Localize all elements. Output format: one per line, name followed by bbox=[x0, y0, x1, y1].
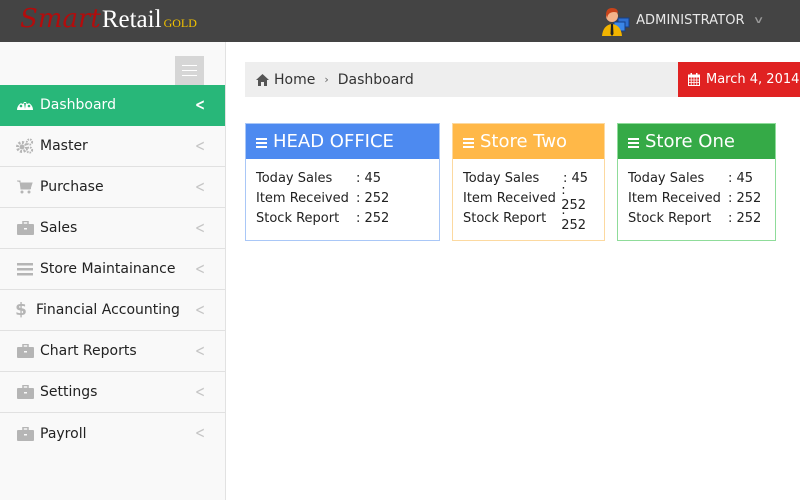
chevron-left-icon: < bbox=[194, 382, 205, 402]
hamburger-icon-line bbox=[182, 65, 197, 66]
stat-label: Item Received bbox=[463, 190, 556, 206]
top-navbar: Smart Retail GOLD ADMINISTRATOR ∨ bbox=[0, 0, 800, 42]
list-icon bbox=[14, 261, 36, 277]
chevron-down-icon[interactable]: ∨ bbox=[752, 15, 764, 26]
chevron-left-icon: < bbox=[194, 423, 205, 443]
stat-label: Today Sales bbox=[256, 170, 333, 186]
list-icon bbox=[463, 138, 474, 148]
briefcase-icon bbox=[14, 426, 36, 442]
sidebar-toggle-button[interactable] bbox=[175, 56, 204, 85]
stat-value: : 45 bbox=[728, 170, 754, 186]
stat-value: : 252 bbox=[356, 190, 390, 206]
sidebar-item-sales[interactable]: Sales < bbox=[0, 208, 225, 249]
card-title: Store Two bbox=[480, 131, 568, 152]
breadcrumb-current: Dashboard bbox=[337, 71, 414, 88]
list-icon bbox=[256, 138, 267, 148]
hamburger-icon-line bbox=[182, 70, 197, 71]
stat-label: Item Received bbox=[628, 190, 721, 206]
briefcase-icon bbox=[14, 384, 36, 400]
stat-label: Stock Report bbox=[463, 210, 547, 226]
stat-row: Stock Report : 252 bbox=[256, 208, 429, 228]
calendar-icon bbox=[688, 73, 700, 86]
sidebar: Dashboard < Master < Purchase < Sales < bbox=[0, 42, 226, 500]
home-icon bbox=[256, 73, 269, 86]
stat-label: Stock Report bbox=[256, 210, 340, 226]
stat-value: : 252 bbox=[561, 203, 587, 233]
chevron-left-icon: < bbox=[194, 259, 205, 279]
stat-label: Today Sales bbox=[463, 170, 540, 186]
card-header: HEAD OFFICE bbox=[246, 124, 439, 159]
chevron-left-icon: < bbox=[194, 300, 205, 320]
current-date: March 4, 2014 bbox=[706, 72, 800, 87]
sidebar-item-chart-reports[interactable]: Chart Reports < bbox=[0, 331, 225, 372]
chevron-left-icon: < bbox=[194, 95, 205, 115]
sidebar-item-payroll[interactable]: Payroll < bbox=[0, 413, 225, 454]
stat-value: : 252 bbox=[728, 190, 762, 206]
card-body: Today Sales : 45 Item Received : 252 Stock… bbox=[618, 159, 775, 228]
stat-value: : 252 bbox=[356, 210, 390, 226]
stat-row: Stock Report : 252 bbox=[463, 203, 594, 233]
breadcrumb-home-link[interactable]: Home bbox=[274, 72, 315, 88]
card-header: Store One bbox=[618, 124, 775, 159]
sidebar-item-dashboard[interactable]: Dashboard < bbox=[0, 85, 225, 126]
stat-row: Item Received : 252 bbox=[628, 188, 765, 208]
sidebar-item-settings[interactable]: Settings < bbox=[0, 372, 225, 413]
user-name: ADMINISTRATOR bbox=[636, 12, 745, 28]
briefcase-icon bbox=[14, 343, 36, 359]
card-body: Today Sales : 45 Item Received : 252 Stock… bbox=[246, 159, 439, 228]
stat-value: : 45 bbox=[356, 170, 382, 186]
dashboard-gauge-icon bbox=[14, 97, 36, 113]
stat-row: Today Sales : 45 bbox=[628, 168, 765, 188]
chevron-left-icon: < bbox=[194, 218, 205, 238]
shopping-cart-icon bbox=[14, 179, 36, 195]
card-title: Store One bbox=[645, 131, 735, 152]
card-title: HEAD OFFICE bbox=[273, 131, 394, 152]
chevron-left-icon: < bbox=[194, 341, 205, 361]
administrator-avatar-icon bbox=[600, 4, 632, 36]
chevron-left-icon: < bbox=[194, 136, 205, 156]
stat-value: : 252 bbox=[728, 210, 762, 226]
sidebar-menu: Dashboard < Master < Purchase < Sales < bbox=[0, 85, 225, 454]
sidebar-item-store-maintainance[interactable]: Store Maintainance < bbox=[0, 249, 225, 290]
logo-text-retail: Retail bbox=[101, 6, 162, 33]
list-icon bbox=[628, 138, 639, 148]
store-card-store-one[interactable]: Store One Today Sales : 45 Item Received:… bbox=[617, 123, 776, 241]
stat-label: Item Received bbox=[256, 190, 349, 206]
briefcase-icon bbox=[14, 220, 36, 236]
gears-icon bbox=[14, 138, 36, 154]
dollar-icon: $ bbox=[15, 300, 27, 320]
date-badge: March 4, 2014 bbox=[678, 62, 800, 97]
sidebar-item-purchase[interactable]: Purchase < bbox=[0, 167, 225, 208]
sidebar-item-financial-accounting[interactable]: $ Financial Accounting < bbox=[0, 290, 225, 331]
stat-label: Today Sales bbox=[628, 170, 705, 186]
logo-text-smart: Smart bbox=[20, 4, 101, 34]
chevron-left-icon: < bbox=[194, 177, 205, 197]
stat-row: Stock Report : 252 bbox=[628, 208, 765, 228]
breadcrumb-separator: › bbox=[324, 73, 329, 86]
store-card-store-two[interactable]: Store Two Today Sales: 45 Item Received:… bbox=[452, 123, 605, 241]
card-header: Store Two bbox=[453, 124, 604, 159]
app-logo[interactable]: Smart Retail GOLD bbox=[20, 4, 197, 38]
stat-row: Item Received : 252 bbox=[256, 188, 429, 208]
card-body: Today Sales: 45 Item Received: 252 Stock… bbox=[453, 159, 604, 234]
user-menu[interactable]: ADMINISTRATOR ∨ bbox=[600, 4, 764, 36]
logo-text-gold: GOLD bbox=[163, 16, 197, 30]
stat-label: Stock Report bbox=[628, 210, 712, 226]
store-card-head-office[interactable]: HEAD OFFICE Today Sales : 45 Item Receive… bbox=[245, 123, 440, 241]
stat-row: Today Sales : 45 bbox=[256, 168, 429, 188]
hamburger-icon-line bbox=[182, 75, 197, 76]
sidebar-item-master[interactable]: Master < bbox=[0, 126, 225, 167]
